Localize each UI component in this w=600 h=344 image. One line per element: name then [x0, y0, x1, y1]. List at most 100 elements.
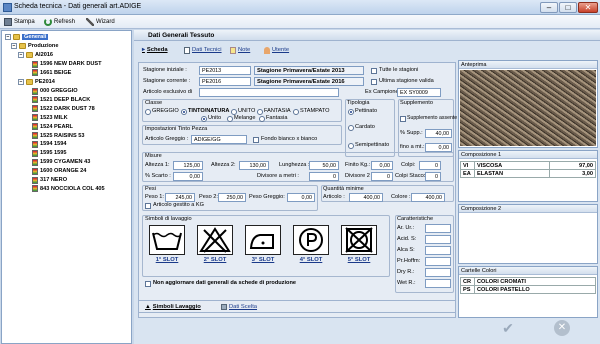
- confirm-check-icon[interactable]: ✔: [500, 320, 516, 336]
- stagione-corrente-label: Stagione corrente :: [143, 78, 191, 84]
- tree-node-generali[interactable]: − Generali: [5, 33, 49, 41]
- caratteristica-input[interactable]: [425, 279, 451, 288]
- slot-3-link[interactable]: 3° SLOT: [245, 257, 281, 263]
- tab-dati-scelta[interactable]: Dati Scelta: [221, 302, 257, 312]
- tree-leaf-label: 1595 1595: [40, 150, 67, 157]
- caratteristica-input[interactable]: [425, 246, 451, 255]
- divisore-metri-input[interactable]: 0: [309, 172, 339, 181]
- table-row[interactable]: CR COLORI CROMATI: [460, 277, 596, 286]
- caratteristica-input[interactable]: [425, 235, 451, 244]
- colpi-input[interactable]: 0: [419, 161, 441, 170]
- collapse-icon[interactable]: −: [18, 52, 24, 58]
- caratteristica-label: Ar. Ur.:: [397, 225, 415, 231]
- tree-leaf-item[interactable]: 1524 PEARL: [32, 123, 73, 131]
- fondo-bianco-checkbox[interactable]: [253, 137, 259, 143]
- table-row[interactable]: EA ELASTAN 3,00: [460, 169, 596, 178]
- articolo-greggio-input[interactable]: ADIGE/GG: [191, 135, 247, 144]
- altezza1-input[interactable]: 125,00: [173, 161, 203, 170]
- caratteristica-input[interactable]: [425, 268, 451, 277]
- tipologia-cardato-radio[interactable]: [348, 125, 354, 131]
- peso-greggio-input[interactable]: 0,00: [287, 193, 315, 202]
- tree-leaf-item[interactable]: 1594 1594: [32, 140, 66, 148]
- lunghezza-input[interactable]: 50,00: [309, 161, 339, 170]
- tree-leaf-item[interactable]: 1523 MILK: [32, 114, 68, 122]
- caratteristica-input[interactable]: [425, 224, 451, 233]
- refresh-button[interactable]: Refresh: [44, 17, 75, 27]
- collapse-icon[interactable]: −: [18, 79, 24, 85]
- articolo-gestito-checkbox[interactable]: [145, 203, 151, 209]
- tree-leaf-item[interactable]: 1599 CYGAMEN 43: [32, 158, 90, 166]
- no-tumble-dry-icon[interactable]: [341, 225, 377, 255]
- tree-leaf-item[interactable]: 1600 ORANGE 24: [32, 167, 86, 175]
- sub-unito-radio[interactable]: [201, 116, 207, 122]
- tab-scheda[interactable]: ▸ Scheda: [142, 45, 168, 55]
- tree-node-ai2016[interactable]: − AI2016: [18, 51, 53, 59]
- tipologia-semipettinato-radio[interactable]: [348, 143, 354, 149]
- tree-leaf-item[interactable]: 843 NOCCIOLA COL 405: [32, 185, 105, 193]
- colpi-stacco-input[interactable]: 0: [425, 172, 441, 181]
- tipologia-pettinato-radio[interactable]: [348, 109, 354, 115]
- tree-leaf-item[interactable]: 1525 RAISINS 53: [32, 132, 84, 140]
- caratteristica-input[interactable]: [425, 257, 451, 266]
- q-colore-input[interactable]: 400,00: [411, 193, 445, 202]
- supplemento-assente-checkbox[interactable]: [400, 116, 406, 122]
- no-bleach-icon[interactable]: [197, 225, 233, 255]
- supp-pct-input[interactable]: 40,00: [425, 129, 452, 138]
- tree-leaf-item[interactable]: 1595 1595: [32, 149, 66, 157]
- wash-30-icon[interactable]: [149, 225, 185, 255]
- classe-stampato-radio[interactable]: [293, 109, 299, 115]
- finito-kg-input[interactable]: 0,00: [371, 161, 393, 170]
- divisore2-input[interactable]: 0: [371, 172, 393, 181]
- q-articolo-input[interactable]: 400,00: [349, 193, 383, 202]
- fino-a-input[interactable]: 0,00: [425, 143, 452, 152]
- classe-unito-label: UNITO: [238, 108, 256, 114]
- tree-node-produzione[interactable]: − Produzione: [11, 42, 58, 50]
- tree-leaf-item[interactable]: 000 GREGGIO: [32, 87, 78, 95]
- dry-clean-p-icon[interactable]: [293, 225, 329, 255]
- tab-note[interactable]: Note: [230, 45, 250, 55]
- peso2-input[interactable]: 250,00: [218, 193, 246, 202]
- collapse-icon[interactable]: −: [5, 34, 11, 40]
- table-row[interactable]: VI VISCOSA 97,00: [460, 161, 596, 170]
- classe-fantasia-radio[interactable]: [257, 109, 263, 115]
- slot-1-link[interactable]: 1° SLOT: [149, 257, 185, 263]
- peso1-input[interactable]: 245,00: [165, 193, 195, 202]
- minimize-button[interactable]: –: [540, 2, 558, 13]
- tab-dati-tecnici[interactable]: Dati Tecnici: [184, 45, 222, 55]
- wizard-button[interactable]: Wizard: [86, 17, 115, 27]
- ultima-stagione-checkbox[interactable]: [371, 79, 377, 85]
- slot-4-link[interactable]: 4° SLOT: [293, 257, 329, 263]
- tree-leaf-item[interactable]: 317 NERO: [32, 176, 67, 184]
- altezza2-input[interactable]: 130,00: [239, 161, 269, 170]
- iron-low-icon[interactable]: [245, 225, 281, 255]
- table-cell: COLORI CROMATI: [474, 277, 596, 286]
- tab-simboli-lavaggio[interactable]: ▲ Simboli Lavaggio: [145, 302, 201, 312]
- slot-5-link[interactable]: 5° SLOT: [341, 257, 377, 263]
- sub-fantasia-radio[interactable]: [259, 116, 265, 122]
- tutte-stagioni-checkbox[interactable]: [371, 68, 377, 74]
- collapse-icon[interactable]: −: [11, 43, 17, 49]
- ex-campione-input[interactable]: EX SY0009: [397, 88, 441, 97]
- non-aggiornare-checkbox[interactable]: [145, 281, 151, 287]
- classe-greggio-radio[interactable]: [145, 109, 151, 115]
- stagione-iniziale-input[interactable]: PE2013: [199, 66, 251, 75]
- tree-leaf-item[interactable]: 1521 DEEP BLACK: [32, 96, 90, 104]
- print-button[interactable]: Stampa: [4, 17, 35, 27]
- tree-view[interactable]: − Generali − Produzione − AI2016 − PE201…: [1, 30, 132, 344]
- close-button[interactable]: ✕: [578, 2, 598, 13]
- tree-leaf-item[interactable]: 1661 BEIGE: [32, 69, 71, 77]
- cancel-x-icon[interactable]: ✕: [554, 320, 570, 336]
- tree-leaf-item[interactable]: 1522 DARK DUST 78: [32, 105, 95, 113]
- tree-leaf-item[interactable]: 1596 NEW DARK DUST: [32, 60, 102, 68]
- maximize-button[interactable]: □: [559, 2, 577, 13]
- tree-node-pe2014[interactable]: − PE2014: [18, 78, 55, 86]
- stagione-corrente-input[interactable]: PE2016: [199, 77, 251, 86]
- classe-tinto-radio[interactable]: [181, 109, 187, 115]
- scarto-input[interactable]: 0,00: [173, 172, 203, 181]
- table-row[interactable]: PS COLORI PASTELLO: [460, 285, 596, 294]
- sub-melange-radio[interactable]: [227, 116, 233, 122]
- slot-2-link[interactable]: 2° SLOT: [197, 257, 233, 263]
- tab-utente[interactable]: Utente: [264, 45, 289, 55]
- supplemento-label: Supplemento: [400, 100, 433, 106]
- articolo-esclusivo-input[interactable]: [199, 88, 339, 97]
